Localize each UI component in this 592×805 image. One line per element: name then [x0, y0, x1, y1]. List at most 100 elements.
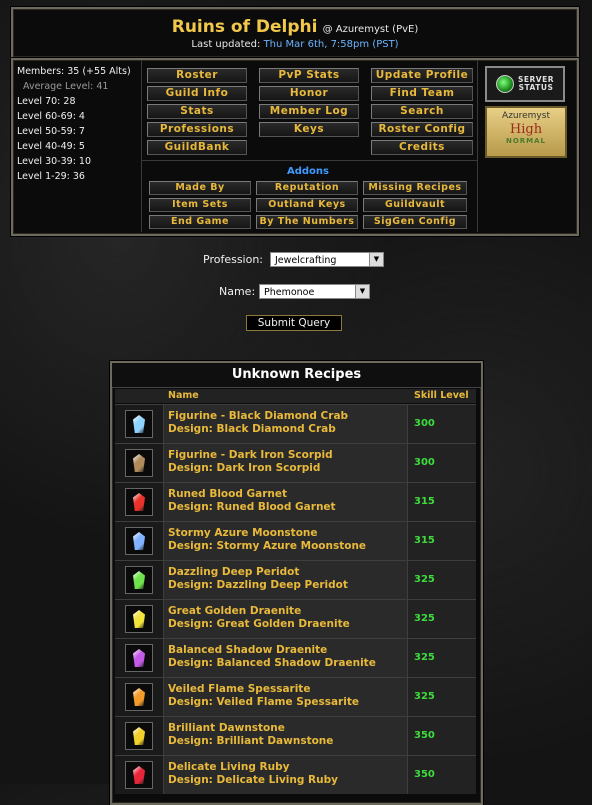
addon-outland-keys-button[interactable]: Outland Keys — [256, 198, 358, 212]
icon-cell — [115, 444, 164, 482]
chevron-down-icon[interactable]: ▼ — [369, 253, 383, 266]
recipe-design[interactable]: Design: Runed Blood Garnet — [168, 501, 336, 513]
recipe-design[interactable]: Design: Delicate Living Ruby — [168, 774, 338, 786]
menu-roster-button[interactable]: Roster — [147, 68, 247, 83]
purple-gem-icon[interactable] — [125, 644, 153, 672]
table-row: Delicate Living Ruby Design: Delicate Liv… — [115, 755, 476, 794]
menu-credits-button[interactable]: Credits — [371, 140, 473, 155]
profession-select[interactable]: Jewelcrafting ▼ — [270, 252, 384, 267]
addon-siggen-config-button[interactable]: SigGen Config — [363, 215, 467, 229]
name-cell: Delicate Living Ruby Design: Delicate Liv… — [164, 756, 408, 794]
menu-member-log-button[interactable]: Member Log — [259, 104, 359, 119]
skill-cell: 325 — [408, 600, 476, 638]
name-label: Name: — [219, 285, 256, 298]
recipe-design[interactable]: Design: Veiled Flame Spessarite — [168, 696, 359, 708]
table-row: Stormy Azure Moonstone Design: Stormy Azu… — [115, 521, 476, 560]
addon-reputation-button[interactable]: Reputation — [256, 181, 358, 195]
menu-guild-info-button[interactable]: Guild Info — [147, 86, 247, 101]
name-cell: Balanced Shadow Draenite Design: Balanced… — [164, 639, 408, 677]
addon-made-by-button[interactable]: Made By — [149, 181, 251, 195]
addon-end-game-button[interactable]: End Game — [149, 215, 251, 229]
divider — [141, 160, 477, 161]
green-gem-icon[interactable] — [125, 566, 153, 594]
recipe-design[interactable]: Design: Stormy Azure Moonstone — [168, 540, 366, 552]
realm-status-box: Azuremyst High NORMAL — [485, 106, 567, 158]
member-stats: Members: 35 (+55 Alts) Average Level: 41… — [17, 64, 141, 184]
column-header-name[interactable]: Name — [168, 389, 199, 403]
recipe-name[interactable]: Dazzling Deep Peridot — [168, 566, 299, 578]
menu-keys-button[interactable]: Keys — [259, 122, 359, 137]
guild-name[interactable]: Ruins of Delphi — [172, 17, 318, 37]
submit-query-button[interactable]: Submit Query — [246, 315, 342, 331]
last-updated: Last updated: Thu Mar 6th, 7:58pm (PST) — [13, 39, 577, 50]
gem-shape — [133, 454, 145, 472]
menu-stats-button[interactable]: Stats — [147, 104, 247, 119]
profession-value: Jewelcrafting — [275, 255, 337, 266]
recipe-name[interactable]: Brilliant Dawnstone — [168, 722, 285, 734]
scorpid-figurine-icon[interactable] — [125, 449, 153, 477]
skill-cell: 325 — [408, 678, 476, 716]
recipe-design[interactable]: Design: Brilliant Dawnstone — [168, 735, 333, 747]
recipe-name[interactable]: Balanced Shadow Draenite — [168, 644, 327, 656]
recipe-name[interactable]: Runed Blood Garnet — [168, 488, 287, 500]
recipe-name[interactable]: Figurine - Dark Iron Scorpid — [168, 449, 333, 461]
name-cell: Stormy Azure Moonstone Design: Stormy Azu… — [164, 522, 408, 560]
icon-cell — [115, 483, 164, 521]
menu-search-button[interactable]: Search — [371, 104, 473, 119]
chevron-down-icon[interactable]: ▼ — [355, 285, 369, 298]
menu-guildbank-button[interactable]: GuildBank — [147, 140, 247, 155]
skill-cell: 325 — [408, 639, 476, 677]
menu-pvp-stats-button[interactable]: PvP Stats — [259, 68, 359, 83]
recipe-design[interactable]: Design: Balanced Shadow Draenite — [168, 657, 376, 669]
header-panel: Ruins of Delphi @ Azuremyst (PvE) Last u… — [11, 7, 579, 59]
name-select[interactable]: Phemonoe ▼ — [259, 284, 370, 299]
recipe-design[interactable]: Design: Dark Iron Scorpid — [168, 462, 320, 474]
updated-label: Last updated: — [191, 39, 261, 50]
recipe-name[interactable]: Delicate Living Ruby — [168, 761, 289, 773]
ruby-gem-icon[interactable] — [125, 761, 153, 789]
divider — [141, 60, 142, 232]
recipe-design[interactable]: Design: Great Golden Draenite — [168, 618, 350, 630]
addon-guildvault-button[interactable]: Guildvault — [363, 198, 467, 212]
skill-level: 325 — [414, 613, 435, 624]
gold-gem-icon[interactable] — [125, 722, 153, 750]
recipe-name[interactable]: Great Golden Draenite — [168, 605, 301, 617]
table-row: Figurine - Dark Iron Scorpid Design: Dark… — [115, 443, 476, 482]
level-stat: Level 40-49: 5 — [17, 141, 85, 152]
red-gem-icon[interactable] — [125, 488, 153, 516]
name-cell: Great Golden Draenite Design: Great Golde… — [164, 600, 408, 638]
realm-box-name: Azuremyst — [502, 111, 550, 121]
recipe-name[interactable]: Stormy Azure Moonstone — [168, 527, 318, 539]
icon-cell — [115, 561, 164, 599]
recipe-design[interactable]: Design: Dazzling Deep Peridot — [168, 579, 348, 591]
menu-professions-button[interactable]: Professions — [147, 122, 247, 137]
server-status-button[interactable]: SERVER STATUS — [485, 66, 565, 102]
level-stat: Level 1-29: 36 — [17, 171, 85, 182]
crab-figurine-icon[interactable] — [125, 410, 153, 438]
recipe-name[interactable]: Figurine - Black Diamond Crab — [168, 410, 348, 422]
menu-honor-button[interactable]: Honor — [259, 86, 359, 101]
table-row: Balanced Shadow Draenite Design: Balanced… — [115, 638, 476, 677]
column-header-skill[interactable]: Skill Level — [414, 389, 469, 403]
addon-item-sets-button[interactable]: Item Sets — [149, 198, 251, 212]
menu-find-team-button[interactable]: Find Team — [371, 86, 473, 101]
addon-missing-recipes-button[interactable]: Missing Recipes — [363, 181, 467, 195]
icon-cell — [115, 756, 164, 794]
profession-label: Profession: — [203, 253, 264, 266]
menu-update-profile-button[interactable]: Update Profile — [371, 68, 473, 83]
skill-level: 350 — [414, 769, 435, 780]
addon-by-the-numbers-button[interactable]: By The Numbers — [256, 215, 358, 229]
table-row: Figurine - Black Diamond Crab Design: Bla… — [115, 404, 476, 443]
gem-shape — [133, 727, 145, 745]
level-stat: Level 30-39: 10 — [17, 156, 92, 167]
gem-shape — [133, 610, 145, 628]
yellow-gem-icon[interactable] — [125, 605, 153, 633]
recipe-name[interactable]: Veiled Flame Spessarite — [168, 683, 310, 695]
recipe-design[interactable]: Design: Black Diamond Crab — [168, 423, 336, 435]
name-cell: Veiled Flame Spessarite Design: Veiled Fl… — [164, 678, 408, 716]
menu-roster-config-button[interactable]: Roster Config — [371, 122, 473, 137]
orange-gem-icon[interactable] — [125, 683, 153, 711]
blue-gem-icon[interactable] — [125, 527, 153, 555]
table-row: Runed Blood Garnet Design: Runed Blood Ga… — [115, 482, 476, 521]
icon-cell — [115, 678, 164, 716]
